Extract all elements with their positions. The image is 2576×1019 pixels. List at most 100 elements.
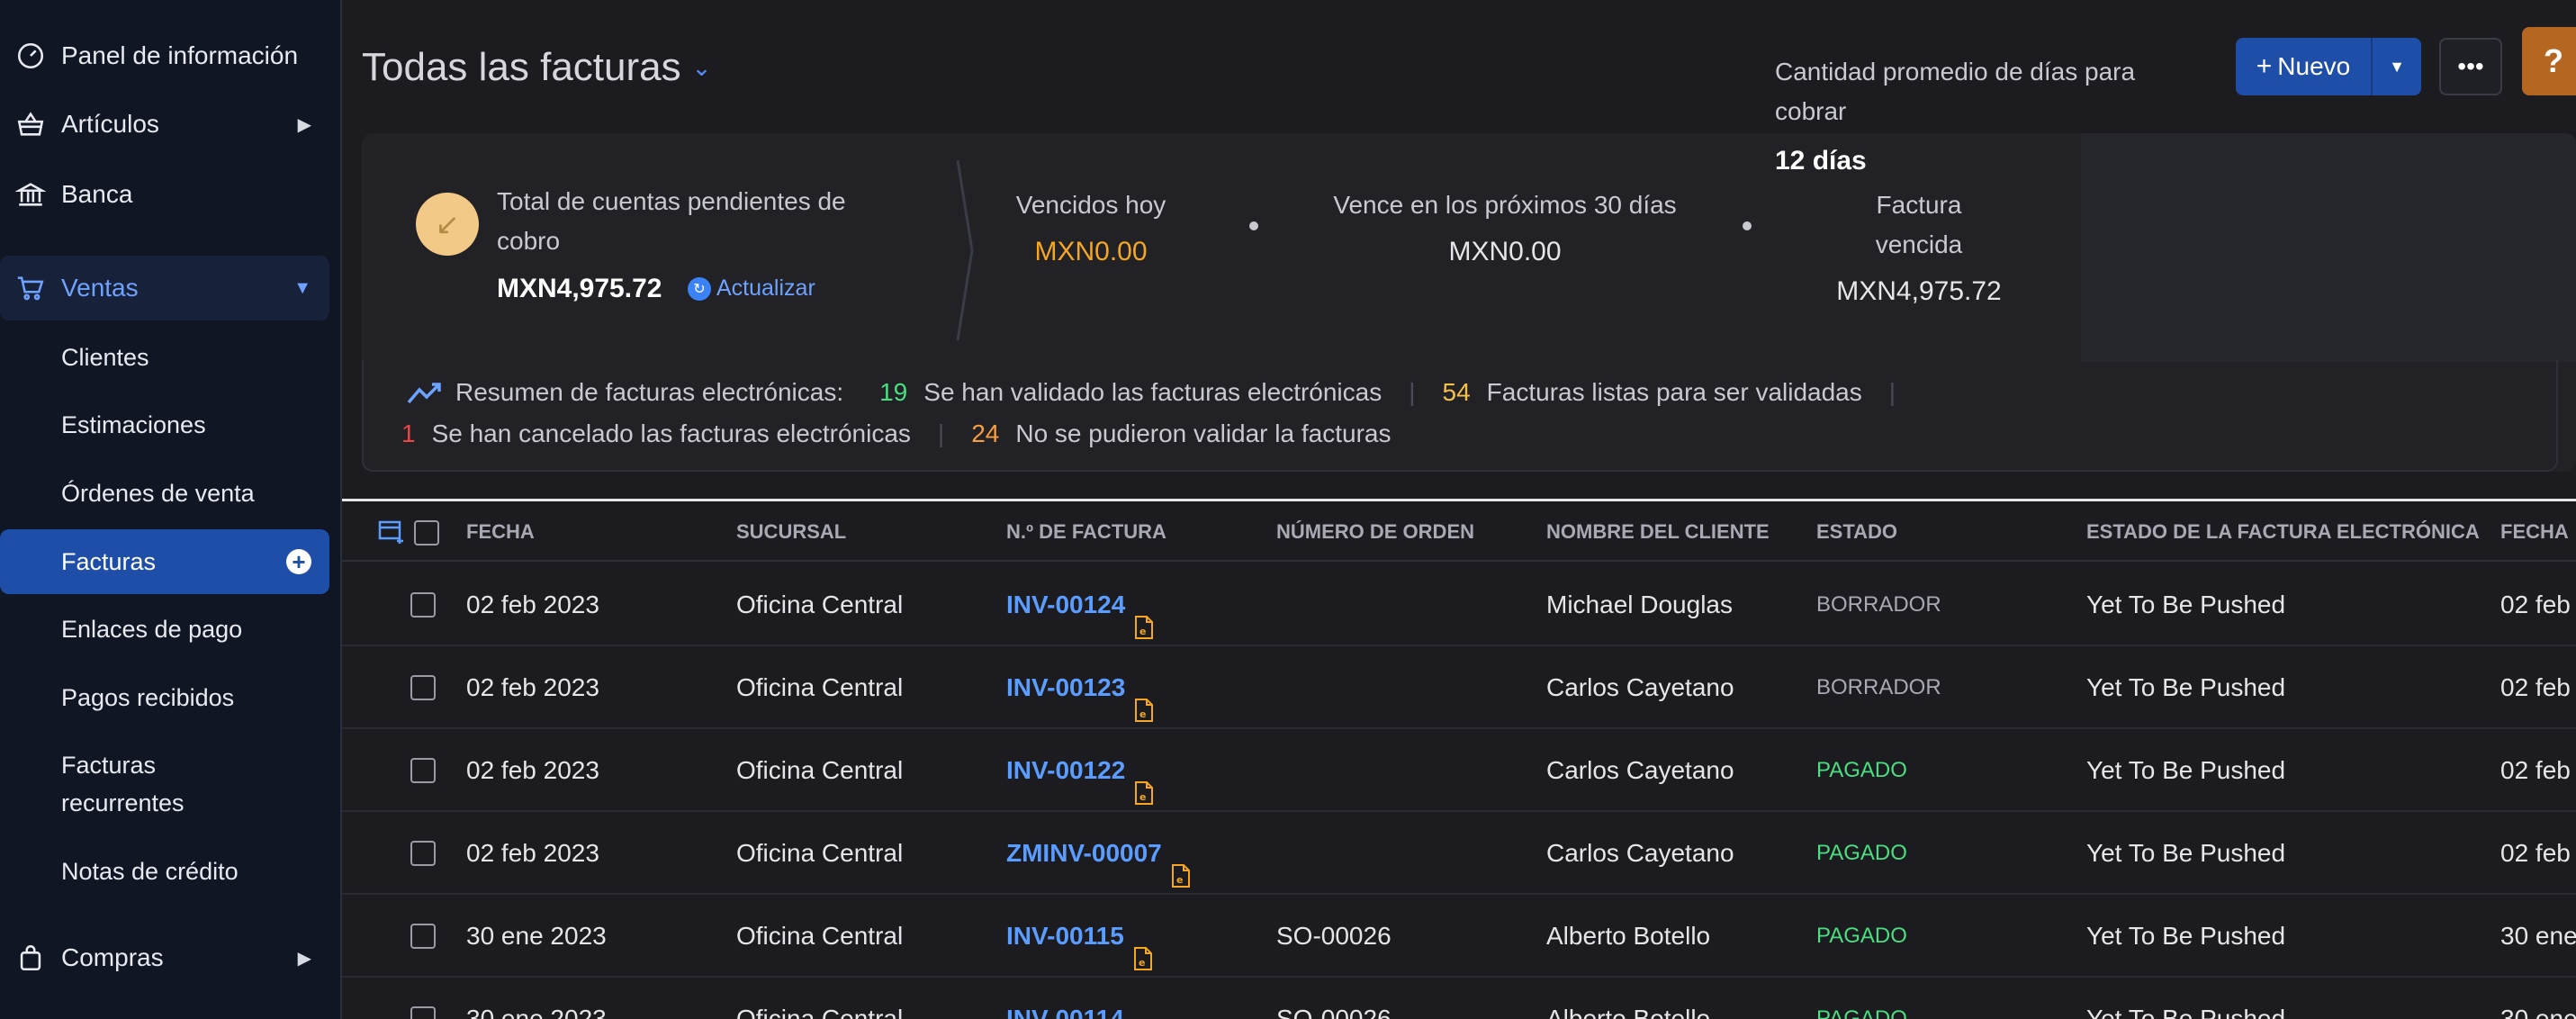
einvoice-summary-line-1: Resumen de facturas electrónicas: 19 Se … — [407, 378, 1923, 407]
row-checkbox[interactable] — [410, 758, 436, 783]
row-checkbox[interactable] — [410, 841, 436, 866]
table-row[interactable]: 02 feb 2023 Oficina Central ZMINV-00007 e Ca… — [342, 812, 2576, 895]
failed-count[interactable]: 24 — [971, 419, 999, 448]
sidebar-subitem-recurring-invoices[interactable]: Facturas recurrentes — [0, 746, 270, 822]
divider-chevron-icon — [956, 160, 974, 340]
cell-invoice-number[interactable]: INV-00124 e — [1006, 564, 1154, 646]
new-button-label: Nuevo — [2277, 52, 2351, 80]
cell-customer-name: Alberto Botello — [1546, 922, 1711, 950]
sidebar-item-label: Panel de información — [61, 41, 299, 69]
sidebar-item-banking[interactable]: Banca — [0, 162, 329, 227]
svg-text:e: e — [1139, 957, 1145, 969]
sidebar-item-sales[interactable]: Ventas ▼ — [0, 256, 329, 320]
cell-invoice-number[interactable]: INV-00122 e — [1006, 729, 1154, 812]
row-checkbox[interactable] — [410, 675, 436, 700]
table-row[interactable]: 02 feb 2023 Oficina Central INV-00122 e Carl… — [342, 729, 2576, 812]
col-header-invoice-number[interactable]: N.º DE FACTURA — [1006, 502, 1166, 562]
column-settings-icon[interactable] — [378, 519, 407, 546]
select-all-checkbox[interactable] — [414, 520, 439, 546]
separator: | — [1888, 378, 1896, 406]
einvoice-title: Resumen de facturas electrónicas: — [455, 378, 844, 406]
table-row[interactable]: 02 feb 2023 Oficina Central INV-00124 e Mich… — [342, 564, 2576, 646]
cell-date: 02 feb 2023 — [466, 673, 599, 701]
ready-label[interactable]: Facturas listas para ser validadas — [1487, 378, 1862, 407]
cancelled-count[interactable]: 1 — [401, 419, 416, 448]
more-options-button[interactable]: ••• — [2439, 38, 2502, 95]
sidebar-item-purchases[interactable]: Compras ▶ — [0, 925, 329, 990]
cell-customer-name: Carlos Cayetano — [1546, 756, 1734, 784]
sidebar-subitem-credit-notes[interactable]: Notas de crédito — [0, 852, 329, 890]
refresh-icon: ↻ — [688, 276, 711, 301]
expand-arrow-icon[interactable]: ▶ — [298, 947, 311, 969]
col-header-einvoice-status[interactable]: ESTADO DE LA FACTURA ELECTRÓNICA — [2086, 502, 2480, 562]
basket-icon — [14, 108, 47, 140]
help-button[interactable]: ? — [2522, 27, 2576, 95]
cell-invoice-number[interactable]: INV-00115 e — [1006, 895, 1153, 978]
sidebar-item-label: Artículos — [61, 110, 159, 138]
sidebar-subitem-payments-received[interactable]: Pagos recibidos — [0, 679, 329, 717]
invoice-link[interactable]: INV-00122 — [1006, 756, 1125, 784]
table-header: FECHA SUCURSAL N.º DE FACTURA NÚMERO DE … — [342, 502, 2576, 562]
row-checkbox[interactable] — [410, 924, 436, 949]
avg-days-panel — [2081, 133, 2576, 362]
failed-label[interactable]: No se pudieron validar la facturas — [1015, 419, 1391, 448]
sidebar-item-articles[interactable]: Artículos ▶ — [0, 92, 329, 157]
subitem-label: Facturas — [61, 548, 157, 575]
col-header-order-number[interactable]: NÚMERO DE ORDEN — [1276, 502, 1474, 562]
cancelled-label[interactable]: Se han cancelado las facturas electrónic… — [432, 419, 911, 448]
einvoice-summary-box — [362, 360, 2558, 472]
subitem-label: Clientes — [61, 344, 149, 371]
einvoice-doc-icon: e — [1134, 591, 1154, 639]
cell-status: BORRADOR — [1816, 592, 1941, 617]
col-header-branch[interactable]: SUCURSAL — [736, 502, 846, 562]
sidebar-subitem-customers[interactable]: Clientes — [0, 338, 329, 376]
cell-invoice-number[interactable]: INV-00114 e — [1006, 978, 1153, 1019]
new-invoice-button[interactable]: + Nuevo — [2236, 38, 2371, 95]
chevron-down-icon[interactable]: ⌄ — [692, 54, 712, 82]
cell-invoice-number[interactable]: ZMINV-00007 e — [1006, 812, 1191, 895]
cell-customer-name: Carlos Cayetano — [1546, 673, 1734, 701]
cell-order-number: SO-00026 — [1276, 1005, 1392, 1019]
cell-status: PAGADO — [1816, 758, 1907, 782]
table-row[interactable]: 30 ene 2023 Oficina Central INV-00115 e SO-0… — [342, 895, 2576, 978]
cell-customer-name: Michael Douglas — [1546, 591, 1733, 618]
ready-count[interactable]: 54 — [1443, 378, 1471, 407]
row-checkbox[interactable] — [410, 592, 436, 618]
page-title[interactable]: Todas las facturas ⌄ — [362, 45, 711, 90]
sidebar-item-dashboard[interactable]: Panel de información — [0, 23, 329, 88]
cell-branch: Oficina Central — [736, 922, 904, 950]
new-options-dropdown-button[interactable]: ▼ — [2371, 38, 2421, 95]
invoice-link[interactable]: INV-00114 — [1006, 1005, 1124, 1019]
sidebar-subitem-payment-links[interactable]: Enlaces de pago — [0, 610, 329, 648]
col-header-date[interactable]: FECHA — [466, 502, 535, 562]
sidebar-subitem-invoices[interactable]: Facturas + — [0, 529, 329, 594]
table-row[interactable]: 30 ene 2023 Oficina Central INV-00114 e SO-0… — [342, 978, 2576, 1019]
sidebar: Panel de información Artículos ▶ Banca V… — [0, 0, 342, 1019]
table-row[interactable]: 02 feb 2023 Oficina Central INV-00123 e Carl… — [342, 646, 2576, 729]
svg-text:e: e — [1139, 791, 1146, 803]
col-header-customer-name[interactable]: NOMBRE DEL CLIENTE — [1546, 502, 1770, 562]
invoice-link[interactable]: ZMINV-00007 — [1006, 839, 1162, 867]
validated-count[interactable]: 19 — [879, 378, 907, 407]
subitem-label: Facturas recurrentes — [61, 752, 185, 816]
invoice-link[interactable]: INV-00115 — [1006, 922, 1124, 950]
row-checkbox[interactable] — [410, 1006, 436, 1019]
cell-einvoice-status: Yet To Be Pushed — [2086, 591, 2286, 618]
col-header-due-date[interactable]: FECHA — [2500, 502, 2569, 562]
cell-branch: Oficina Central — [736, 839, 904, 867]
sidebar-subitem-estimates[interactable]: Estimaciones — [0, 406, 329, 444]
plus-icon: + — [2256, 51, 2273, 81]
refresh-link[interactable]: ↻ Actualizar — [688, 275, 815, 302]
add-invoice-icon[interactable]: + — [286, 549, 311, 574]
cell-status: PAGADO — [1816, 1006, 1907, 1019]
invoice-link[interactable]: INV-00123 — [1006, 673, 1125, 701]
expand-arrow-icon[interactable]: ▶ — [298, 113, 311, 136]
collapse-arrow-icon[interactable]: ▼ — [293, 278, 311, 299]
cell-invoice-number[interactable]: INV-00123 e — [1006, 646, 1154, 729]
cell-customer-name: Carlos Cayetano — [1546, 839, 1734, 867]
invoice-link[interactable]: INV-00124 — [1006, 591, 1125, 618]
validated-label[interactable]: Se han validado las facturas electrónica… — [923, 378, 1382, 407]
sidebar-subitem-sales-orders[interactable]: Órdenes de venta — [0, 474, 329, 512]
cell-due-date: 02 feb — [2500, 756, 2571, 784]
col-header-status[interactable]: ESTADO — [1816, 502, 1897, 562]
